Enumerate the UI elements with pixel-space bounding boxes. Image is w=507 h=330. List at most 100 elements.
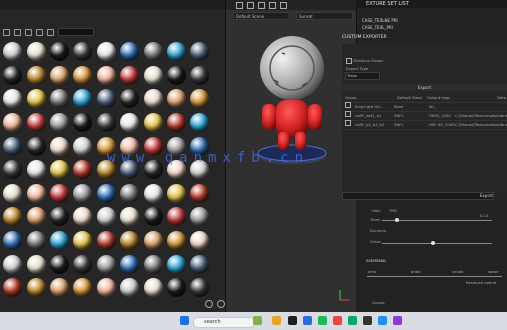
export-type-dropdown[interactable]: Trans bbox=[345, 72, 380, 80]
material-thumbnail[interactable] bbox=[1, 134, 24, 158]
material-thumbnail[interactable] bbox=[48, 182, 71, 206]
material-thumbnail[interactable] bbox=[71, 40, 94, 64]
material-thumbnail[interactable] bbox=[165, 40, 188, 64]
material-thumbnail[interactable] bbox=[95, 111, 118, 135]
material-thumbnail[interactable] bbox=[141, 40, 164, 64]
material-thumbnail[interactable] bbox=[1, 158, 24, 182]
material-thumbnail[interactable] bbox=[95, 276, 118, 300]
material-thumbnail[interactable] bbox=[48, 40, 71, 64]
material-thumbnail[interactable] bbox=[95, 40, 118, 64]
table-row[interactable]: nsRF_b2_b2_b1 3NFL HSF H2_1000 C:/Shared… bbox=[342, 120, 507, 130]
shelf-zoom-icon[interactable] bbox=[205, 300, 213, 308]
material-thumbnail[interactable] bbox=[95, 229, 118, 253]
material-thumbnail[interactable] bbox=[48, 111, 71, 135]
material-thumbnail[interactable] bbox=[24, 205, 47, 229]
row-checkbox[interactable] bbox=[345, 111, 351, 117]
material-thumbnail[interactable] bbox=[118, 276, 141, 300]
row-checkbox[interactable] bbox=[345, 120, 351, 126]
material-thumbnail[interactable] bbox=[118, 111, 141, 135]
material-thumbnail[interactable] bbox=[165, 182, 188, 206]
material-thumbnail[interactable] bbox=[24, 252, 47, 276]
material-thumbnail[interactable] bbox=[24, 182, 47, 206]
material-thumbnail[interactable] bbox=[141, 252, 164, 276]
material-thumbnail[interactable] bbox=[24, 229, 47, 253]
material-thumbnail[interactable] bbox=[95, 182, 118, 206]
material-thumbnail[interactable] bbox=[1, 64, 24, 88]
material-thumbnail[interactable] bbox=[24, 276, 47, 300]
light-icon[interactable] bbox=[258, 1, 265, 9]
material-thumbnail[interactable] bbox=[165, 276, 188, 300]
material-thumbnail[interactable] bbox=[188, 276, 211, 300]
view-mode-icon[interactable] bbox=[236, 1, 243, 9]
material-thumbnail[interactable] bbox=[141, 111, 164, 135]
unlos-slider-knob[interactable] bbox=[431, 241, 435, 245]
material-thumbnail[interactable] bbox=[48, 229, 71, 253]
material-thumbnail[interactable] bbox=[48, 134, 71, 158]
material-thumbnail[interactable] bbox=[188, 229, 211, 253]
material-thumbnail[interactable] bbox=[95, 64, 118, 88]
material-thumbnail[interactable] bbox=[188, 205, 211, 229]
material-thumbnail[interactable] bbox=[24, 87, 47, 111]
material-thumbnail[interactable] bbox=[141, 64, 164, 88]
material-thumbnail[interactable] bbox=[188, 252, 211, 276]
material-thumbnail[interactable] bbox=[71, 158, 94, 182]
material-thumbnail[interactable] bbox=[165, 111, 188, 135]
material-thumbnail[interactable] bbox=[165, 229, 188, 253]
start-icon[interactable] bbox=[180, 316, 189, 325]
material-thumbnail[interactable] bbox=[1, 252, 24, 276]
material-thumbnail[interactable] bbox=[118, 252, 141, 276]
material-thumbnail[interactable] bbox=[48, 276, 71, 300]
material-thumbnail[interactable] bbox=[1, 40, 24, 64]
shelf-search-input[interactable] bbox=[58, 28, 94, 36]
shelf-list-icon[interactable] bbox=[25, 28, 32, 36]
texture-set-item[interactable]: CASE_TEXLNE PRI bbox=[362, 17, 422, 24]
material-thumbnail[interactable] bbox=[48, 87, 71, 111]
material-thumbnail[interactable] bbox=[141, 229, 164, 253]
export-button[interactable]: Export bbox=[342, 192, 494, 200]
material-thumbnail[interactable] bbox=[188, 87, 211, 111]
app-icon[interactable] bbox=[318, 316, 327, 325]
shelf-refresh-icon[interactable] bbox=[47, 28, 54, 36]
material-thumbnail[interactable] bbox=[141, 276, 164, 300]
material-thumbnail[interactable] bbox=[118, 87, 141, 111]
material-thumbnail[interactable] bbox=[118, 40, 141, 64]
material-thumbnail[interactable] bbox=[165, 64, 188, 88]
material-thumbnail[interactable] bbox=[95, 252, 118, 276]
material-thumbnail[interactable] bbox=[1, 111, 24, 135]
material-thumbnail[interactable] bbox=[95, 87, 118, 111]
section-slider[interactable] bbox=[367, 276, 502, 277]
app-icon[interactable] bbox=[288, 316, 297, 325]
material-thumbnail[interactable] bbox=[1, 182, 24, 206]
camera-icon[interactable] bbox=[247, 1, 254, 9]
material-thumbnail[interactable] bbox=[188, 64, 211, 88]
material-thumbnail[interactable] bbox=[24, 134, 47, 158]
scene-dropdown[interactable]: Default Scene bbox=[233, 12, 290, 20]
material-thumbnail[interactable] bbox=[24, 158, 47, 182]
taskbar-search[interactable]: search bbox=[193, 317, 255, 328]
material-thumbnail[interactable] bbox=[71, 229, 94, 253]
material-thumbnail[interactable] bbox=[48, 252, 71, 276]
material-thumbnail[interactable] bbox=[141, 182, 164, 206]
app-icon[interactable] bbox=[393, 316, 402, 325]
app-icon[interactable] bbox=[348, 316, 357, 325]
export-tab[interactable]: Export bbox=[342, 84, 507, 91]
material-thumbnail[interactable] bbox=[188, 182, 211, 206]
material-thumbnail[interactable] bbox=[24, 64, 47, 88]
shelf-filter-icon[interactable] bbox=[3, 28, 10, 36]
material-thumbnail[interactable] bbox=[71, 64, 94, 88]
dilation-option[interactable]: Dilations Gluser bbox=[346, 58, 383, 64]
app-icon[interactable] bbox=[253, 316, 262, 325]
app-icon[interactable] bbox=[363, 316, 372, 325]
browser-icon[interactable] bbox=[303, 316, 312, 325]
shelf-grid-icon[interactable] bbox=[14, 28, 21, 36]
material-thumbnail[interactable] bbox=[118, 229, 141, 253]
render-icon[interactable] bbox=[269, 1, 276, 9]
material-thumbnail[interactable] bbox=[1, 276, 24, 300]
material-thumbnail[interactable] bbox=[118, 64, 141, 88]
app-icon[interactable] bbox=[378, 316, 387, 325]
environment-dropdown[interactable]: Sunset bbox=[296, 12, 353, 20]
material-thumbnail[interactable] bbox=[165, 205, 188, 229]
material-thumbnail[interactable] bbox=[1, 205, 24, 229]
material-thumbnail[interactable] bbox=[71, 111, 94, 135]
material-thumbnail[interactable] bbox=[141, 205, 164, 229]
